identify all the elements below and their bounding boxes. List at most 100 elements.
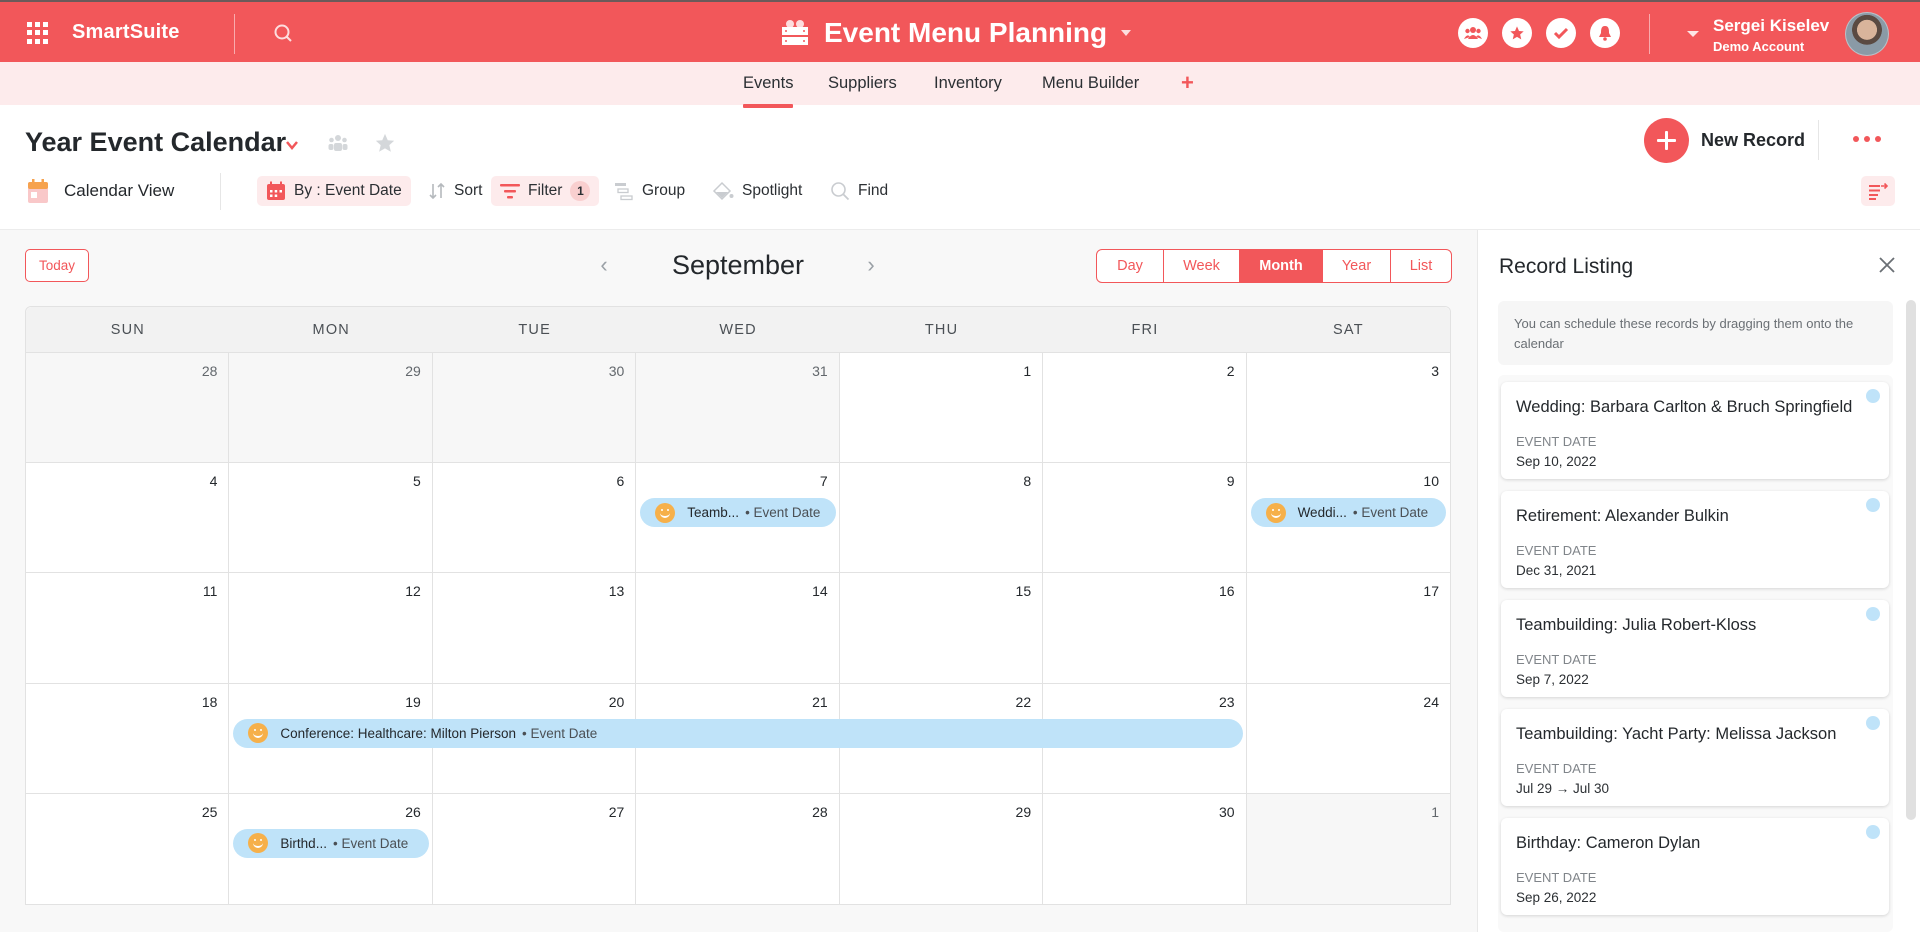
record-card[interactable]: Retirement: Alexander Bulkin EVENT DATE De… — [1501, 491, 1889, 588]
app-title-text: Event Menu Planning — [824, 17, 1108, 48]
day-cell[interactable]: 8 — [839, 463, 1044, 574]
view-mode-day[interactable]: Day — [1097, 250, 1163, 282]
record-card[interactable]: Wedding: Barbara Carlton & Bruch Springf… — [1501, 382, 1889, 479]
day-cell[interactable]: 3 — [1246, 353, 1450, 464]
previous-month-button[interactable]: ‹ — [594, 252, 614, 278]
user-menu-caret-icon[interactable] — [1687, 31, 1699, 37]
day-cell[interactable]: 14 — [636, 573, 840, 684]
next-month-button[interactable]: › — [861, 252, 881, 278]
calendar-event[interactable]: Weddi... Event Date — [1250, 498, 1446, 528]
day-number: 27 — [608, 803, 625, 820]
day-cell[interactable]: 9 — [1043, 463, 1247, 574]
view-mode-list[interactable]: List — [1390, 250, 1451, 282]
day-cell[interactable]: 17 — [1246, 573, 1450, 684]
today-button[interactable]: Today — [25, 249, 89, 282]
weekday-label: WED — [719, 322, 757, 338]
calendar-event[interactable]: Teamb... Event Date — [640, 498, 836, 528]
brand-logo[interactable]: SmartSuite — [72, 21, 180, 44]
tab-inventory[interactable]: Inventory — [934, 74, 1002, 93]
day-number: 15 — [1015, 583, 1032, 600]
add-tab-button[interactable]: + — [1181, 70, 1194, 96]
find-button[interactable]: Find — [821, 176, 897, 206]
weekday-label: SAT — [1333, 322, 1364, 338]
day-cell[interactable]: 16 — [1043, 573, 1247, 684]
day-cell[interactable]: 5 — [229, 463, 433, 574]
solution-tabs: Events Suppliers Inventory Menu Builder … — [0, 62, 1920, 108]
day-number: 2 — [1226, 363, 1235, 379]
record-card[interactable]: Teambuilding: Julia Robert-Kloss EVENT DA… — [1501, 600, 1889, 697]
record-card[interactable]: Birthday: Cameron Dylan EVENT DATE Sep 26,… — [1501, 818, 1889, 915]
tab-suppliers[interactable]: Suppliers — [828, 74, 897, 93]
calendar-event[interactable]: Birthd... Event Date — [233, 828, 429, 858]
star-icon[interactable] — [374, 132, 396, 154]
record-listing-toggle[interactable] — [1861, 176, 1895, 206]
calendar-by-field-button[interactable]: By : Event Date — [257, 176, 411, 206]
day-number: 3 — [1431, 363, 1439, 379]
day-cell[interactable]: 2 — [1043, 353, 1247, 464]
record-field-value: Jul 29 → Jul 30 — [1516, 781, 1610, 796]
day-cell[interactable]: 18 — [26, 683, 230, 794]
day-cell[interactable]: 30 — [432, 353, 637, 464]
app-title[interactable]: Event Menu Planning — [780, 15, 1132, 51]
tab-menu-builder[interactable]: Menu Builder — [1042, 74, 1139, 93]
favorites-icon[interactable] — [1502, 18, 1532, 48]
filter-count-badge: 1 — [570, 181, 591, 201]
user-name[interactable]: Sergei Kiselev — [1713, 16, 1829, 36]
spotlight-button[interactable]: Spotlight — [703, 176, 811, 206]
search-icon — [831, 182, 850, 201]
day-cell[interactable]: 4 — [26, 463, 230, 574]
day-cell[interactable]: 30 — [1043, 793, 1247, 904]
day-cell[interactable]: 28 — [26, 353, 230, 464]
record-name: Birthday: Cameron Dylan — [1516, 834, 1701, 852]
day-cell[interactable]: 15 — [839, 573, 1044, 684]
sort-button[interactable]: Sort — [419, 176, 491, 206]
record-card[interactable]: Teambuilding: Yacht Party: Melissa Jacks… — [1501, 709, 1889, 806]
day-number: 1 — [1023, 363, 1032, 379]
day-cell[interactable]: 29 — [229, 353, 433, 464]
view-mode-year[interactable]: Year — [1322, 250, 1390, 282]
spotlight-label: Spotlight — [742, 182, 803, 199]
day-cell[interactable]: 27 — [432, 793, 637, 904]
day-number: 9 — [1226, 473, 1235, 490]
sort-icon — [429, 182, 445, 200]
avatar[interactable] — [1845, 12, 1889, 56]
more-options-icon[interactable] — [1853, 136, 1881, 142]
new-record-button[interactable]: New Record — [1644, 118, 1805, 163]
tasks-icon[interactable] — [1546, 18, 1576, 48]
day-cell[interactable]: 28 — [636, 793, 840, 904]
notifications-icon[interactable] — [1590, 18, 1620, 48]
members-icon[interactable] — [1458, 18, 1488, 48]
day-number: 1 — [1431, 803, 1439, 820]
day-cell[interactable]: 1 — [1246, 793, 1450, 904]
view-mode-month[interactable]: Month — [1239, 250, 1322, 282]
calendar-view-icon — [28, 179, 48, 203]
chevron-down-icon[interactable] — [286, 139, 298, 151]
day-cell[interactable]: 12 — [229, 573, 433, 684]
day-cell[interactable]: 11 — [26, 573, 230, 684]
search-icon[interactable] — [273, 23, 293, 43]
day-number: 16 — [1218, 583, 1235, 600]
day-number: 21 — [812, 693, 828, 710]
filter-button[interactable]: Filter 1 — [491, 176, 600, 206]
day-cell[interactable]: 6 — [432, 463, 637, 574]
share-view-icon[interactable] — [327, 133, 349, 153]
day-cell[interactable]: 29 — [839, 793, 1044, 904]
day-cell[interactable]: 24 — [1246, 683, 1450, 794]
group-button[interactable]: Group — [605, 176, 694, 206]
day-cell[interactable]: 1 — [839, 353, 1044, 464]
day-cell[interactable]: 25 — [26, 793, 230, 904]
day-number: 17 — [1423, 583, 1439, 600]
day-cell[interactable]: 13 — [432, 573, 637, 684]
scrollbar[interactable] — [1906, 300, 1916, 820]
close-icon[interactable] — [1876, 254, 1898, 276]
tab-events[interactable]: Events — [743, 74, 794, 108]
view-title[interactable]: Year Event Calendar — [25, 127, 286, 158]
view-type-selector[interactable]: Calendar View — [27, 178, 174, 204]
record-field-value: Sep 10, 2022 — [1516, 454, 1597, 469]
day-cell[interactable]: 31 — [636, 353, 840, 464]
view-mode-week[interactable]: Week — [1163, 250, 1239, 282]
calendar-event[interactable]: Conference: Healthcare: Milton Pierson Ev… — [233, 718, 1243, 748]
record-name: Wedding: Barbara Carlton & Bruch Springf… — [1516, 398, 1853, 416]
apps-grid-icon[interactable] — [27, 22, 49, 44]
event-field: Event Date — [1353, 505, 1428, 520]
